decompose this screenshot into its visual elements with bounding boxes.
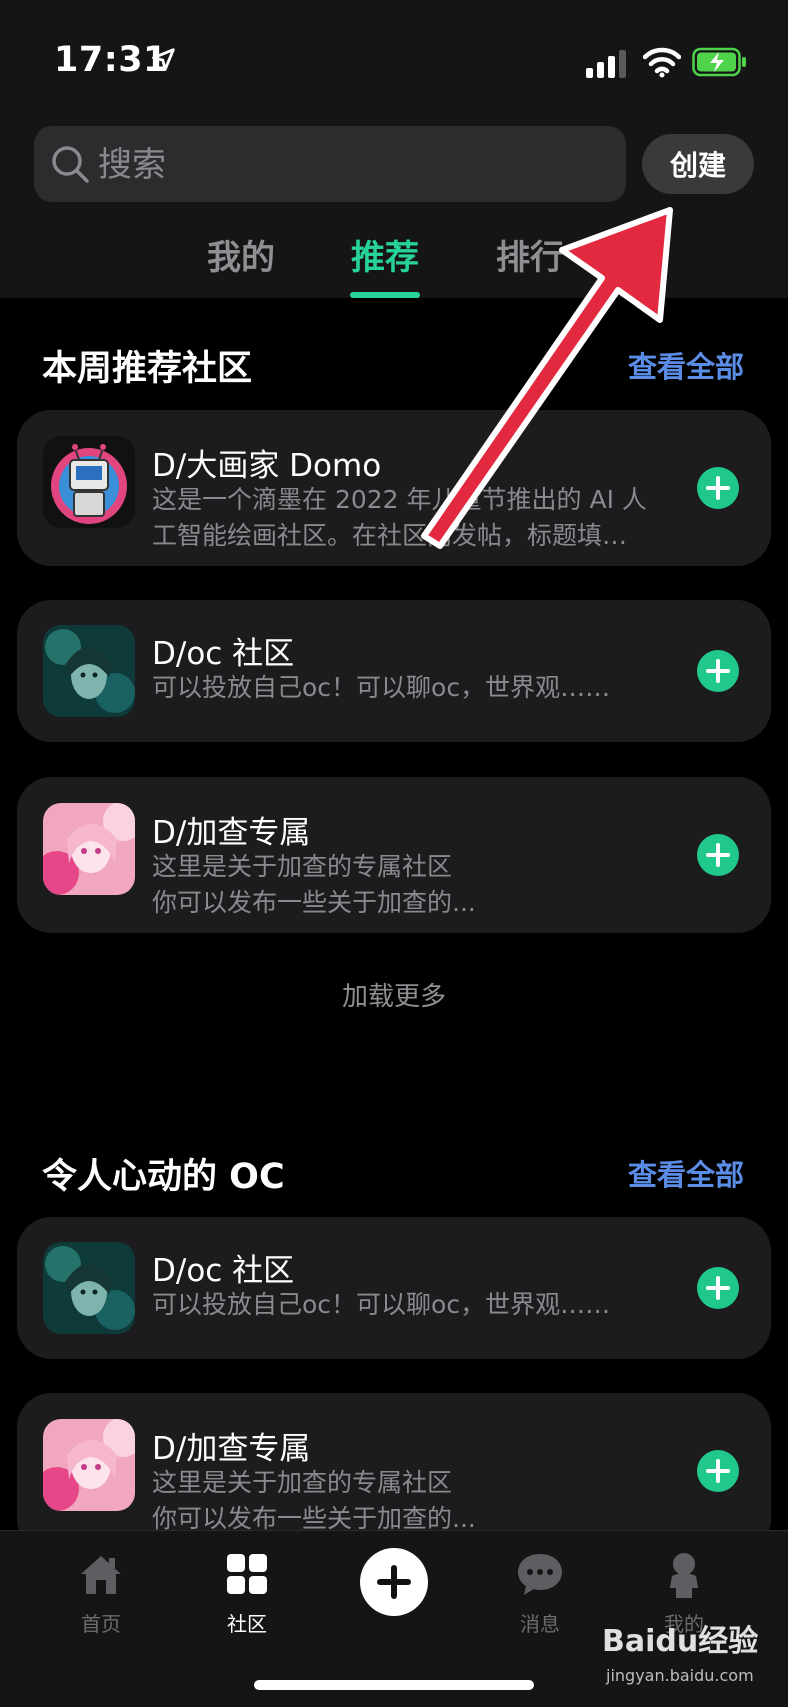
search-input[interactable] (96, 136, 600, 194)
community-desc: 可以投放自己oc！可以聊oc，世界观…… (152, 673, 611, 702)
community-card-oc[interactable]: D/oc 社区 可以投放自己oc！可以聊oc，世界观…… (17, 1217, 771, 1359)
home-indicator (254, 1680, 534, 1690)
community-card-gacha[interactable]: D/加查专属 这里是关于加查的专属社区 你可以发布一些关于加查的... (17, 777, 771, 933)
create-post-button[interactable] (360, 1548, 428, 1616)
plus-icon (706, 476, 730, 500)
tab-ranking[interactable]: 排行 (496, 230, 564, 279)
plus-icon (377, 1565, 411, 1599)
home-icon (81, 1556, 121, 1594)
robot-avatar (43, 436, 135, 528)
community-card-oc[interactable]: D/oc 社区 可以投放自己oc！可以聊oc，世界观…… (17, 600, 771, 742)
grid-icon (227, 1554, 267, 1594)
join-button[interactable] (697, 1267, 739, 1309)
wifi-icon (643, 47, 681, 78)
see-all-link-oc[interactable]: 查看全部 (628, 1152, 744, 1194)
join-button[interactable] (697, 834, 739, 876)
join-button[interactable] (697, 1450, 739, 1492)
chat-icon (518, 1554, 562, 1595)
nav-home[interactable]: 首页 (51, 1548, 151, 1637)
community-card-gacha[interactable]: D/加查专属 这里是关于加查的专属社区 你可以发布一些关于加查的... (17, 1393, 771, 1553)
oc-avatar (43, 625, 135, 717)
community-name: D/加查专属 (152, 815, 311, 851)
community-name: D/大画家 Domo (152, 448, 382, 484)
community-name: D/oc 社区 (152, 1253, 295, 1289)
tab-recommend[interactable]: 推荐 (351, 230, 419, 279)
gacha-avatar (43, 1419, 135, 1511)
community-name: D/oc 社区 (152, 636, 295, 672)
active-tab-indicator (350, 292, 420, 298)
location-arrow-icon (152, 48, 175, 71)
cellular-signal-icon (586, 50, 626, 78)
battery-charging-icon (692, 47, 746, 77)
nav-messages[interactable]: 消息 (490, 1548, 590, 1637)
search-icon (52, 146, 89, 183)
community-desc: 这里是关于加查的专属社区 你可以发布一些关于加查的... (152, 852, 476, 917)
plus-icon (706, 843, 730, 867)
join-button[interactable] (697, 650, 739, 692)
community-desc: 可以投放自己oc！可以聊oc，世界观…… (152, 1290, 611, 1319)
watermark-brand: Baidu经验 (602, 1624, 759, 1659)
community-desc: 这是一个滴墨在 2022 年儿童节推出的 AI 人 工智能绘画社区。在社区内发帖… (152, 485, 647, 550)
top-header: 17:31 创建 我的 推荐 排行 (0, 0, 788, 298)
plus-icon (706, 659, 730, 683)
community-name: D/加查专属 (152, 1431, 311, 1467)
watermark-url: jingyan.baidu.com (606, 1666, 754, 1685)
see-all-link-weekly[interactable]: 查看全部 (628, 344, 744, 386)
tab-mine[interactable]: 我的 (207, 230, 275, 279)
community-card-domo[interactable]: D/大画家 Domo 这是一个滴墨在 2022 年儿童节推出的 AI 人 工智能… (17, 410, 771, 566)
load-more-button[interactable]: 加载更多 (0, 976, 788, 1013)
plus-icon (706, 1276, 730, 1300)
nav-community[interactable]: 社区 (197, 1548, 297, 1637)
section-title-weekly: 本周推荐社区 (42, 349, 253, 389)
section-title-oc: 令人心动的 OC (42, 1157, 285, 1197)
community-desc: 这里是关于加查的专属社区 你可以发布一些关于加查的... (152, 1468, 476, 1533)
gacha-avatar (43, 803, 135, 895)
plus-icon (706, 1459, 730, 1483)
person-icon (670, 1553, 698, 1598)
oc-avatar (43, 1242, 135, 1334)
create-button[interactable]: 创建 (642, 134, 754, 194)
search-bar[interactable] (34, 126, 626, 202)
join-button[interactable] (697, 467, 739, 509)
